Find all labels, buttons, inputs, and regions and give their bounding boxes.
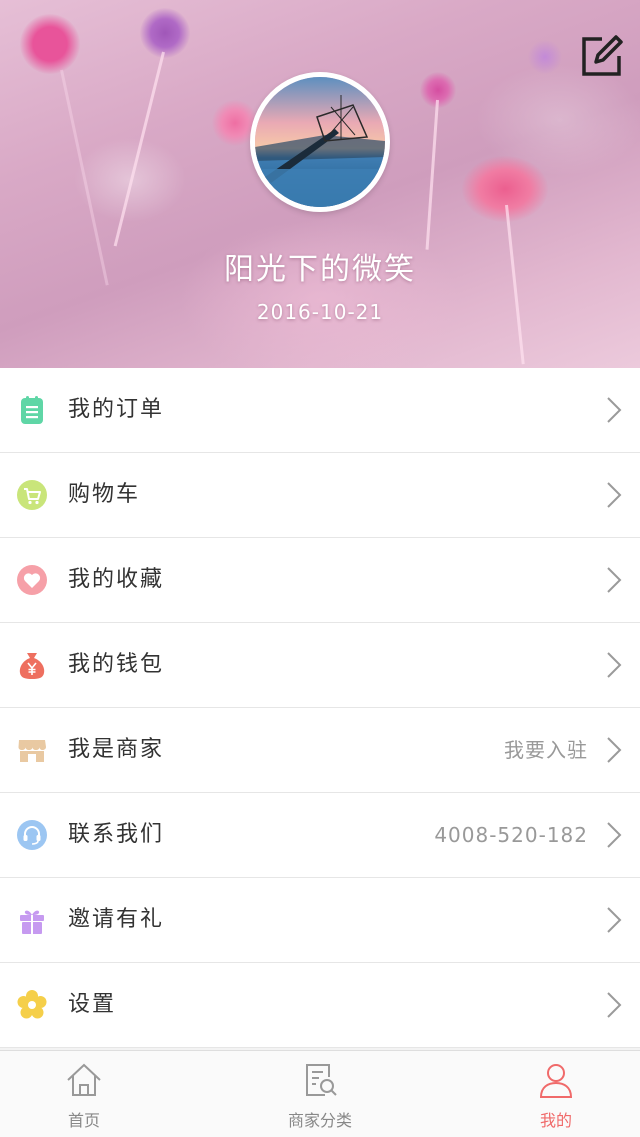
stem-decoration bbox=[113, 51, 165, 247]
menu-item-cart[interactable]: 购物车 bbox=[0, 453, 640, 538]
chevron-right-icon bbox=[607, 652, 622, 678]
join-date: 2016-10-21 bbox=[256, 300, 384, 324]
menu-item-favorites[interactable]: 我的收藏 bbox=[0, 538, 640, 623]
headset-icon bbox=[17, 820, 47, 850]
menu-item-contact[interactable]: 联系我们 4008-520-182 bbox=[0, 793, 640, 878]
flower-decoration bbox=[140, 8, 190, 58]
avatar[interactable] bbox=[250, 72, 390, 212]
edit-icon bbox=[582, 35, 623, 76]
tab-label: 首页 bbox=[67, 1111, 100, 1130]
avatar-image bbox=[255, 77, 385, 207]
shopping-cart-icon bbox=[17, 480, 47, 510]
home-icon bbox=[67, 1063, 101, 1096]
menu-item-label: 我是商家 bbox=[68, 737, 165, 762]
user-icon bbox=[539, 1064, 573, 1098]
tab-label: 我的 bbox=[539, 1111, 572, 1130]
chevron-right-icon bbox=[607, 992, 622, 1018]
chevron-right-icon bbox=[607, 567, 622, 593]
menu-item-label: 联系我们 bbox=[68, 822, 165, 847]
shop-icon bbox=[18, 740, 46, 762]
flower-decoration bbox=[20, 14, 80, 74]
category-search-icon bbox=[306, 1064, 337, 1096]
chevron-right-icon bbox=[607, 737, 622, 763]
menu-item-label: 我的订单 bbox=[68, 397, 165, 422]
menu-item-label: 设置 bbox=[68, 992, 117, 1017]
menu-item-value: 我要入驻 bbox=[504, 738, 588, 762]
chevron-right-icon bbox=[607, 822, 622, 848]
edit-profile-button[interactable] bbox=[578, 34, 624, 80]
gift-icon bbox=[20, 910, 44, 934]
username: 阳光下的微笑 bbox=[224, 252, 416, 287]
phone-number[interactable]: 4008-520-182 bbox=[434, 793, 588, 877]
stem-decoration bbox=[425, 99, 439, 250]
bottom-tab-bar: 首页 商家分类 我的 bbox=[0, 1050, 640, 1137]
settings-flower-icon bbox=[17, 990, 47, 1019]
money-bag-icon bbox=[19, 653, 45, 679]
menu-item-label: 购物车 bbox=[68, 482, 141, 507]
flower-decoration bbox=[528, 40, 562, 74]
menu-item-invite[interactable]: 邀请有礼 bbox=[0, 878, 640, 963]
menu-item-my-orders[interactable]: 我的订单 bbox=[0, 368, 640, 453]
order-list-icon bbox=[21, 396, 43, 424]
tab-mine[interactable]: 我的 bbox=[472, 1051, 640, 1137]
heart-icon bbox=[17, 565, 47, 595]
chevron-right-icon bbox=[607, 397, 622, 423]
menu-item-merchant[interactable]: 我是商家 我要入驻 bbox=[0, 708, 640, 793]
tab-label: 商家分类 bbox=[287, 1111, 352, 1130]
menu-item-settings[interactable]: 设置 bbox=[0, 963, 640, 1048]
menu-item-wallet[interactable]: 我的钱包 bbox=[0, 623, 640, 708]
profile-menu: 我的订单 购物车 我的收藏 我的钱包 我是商家 我要入驻 联系我们 4008-5… bbox=[0, 368, 640, 1048]
menu-item-label: 邀请有礼 bbox=[68, 907, 165, 932]
menu-item-label: 我的钱包 bbox=[68, 652, 165, 677]
profile-header: 阳光下的微笑 2016-10-21 bbox=[0, 0, 640, 368]
chevron-right-icon bbox=[607, 907, 622, 933]
menu-item-label: 我的收藏 bbox=[68, 567, 165, 592]
chevron-right-icon bbox=[607, 482, 622, 508]
tab-merchant-categories[interactable]: 商家分类 bbox=[236, 1051, 404, 1137]
tab-home[interactable]: 首页 bbox=[0, 1051, 168, 1137]
